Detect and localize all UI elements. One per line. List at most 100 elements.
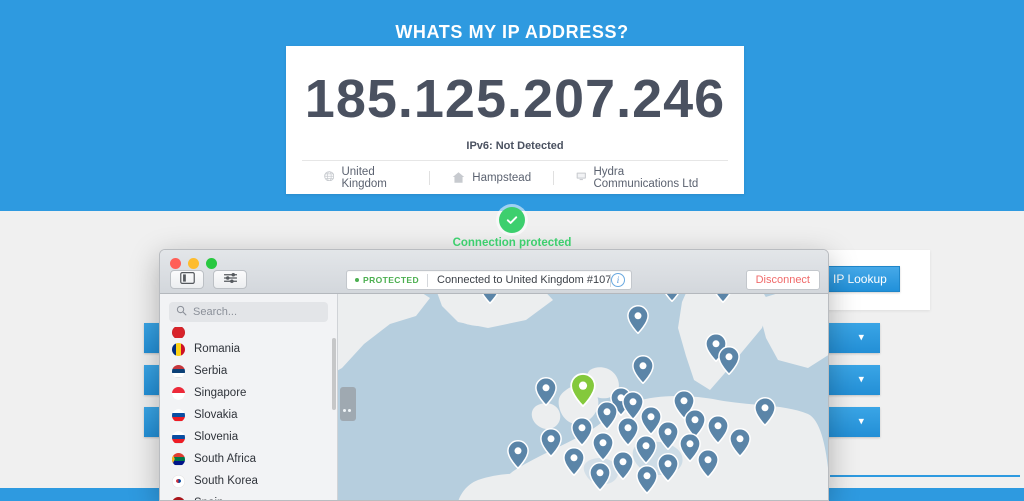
- map-pin[interactable]: [571, 417, 593, 446]
- page-title: WHATS MY IP ADDRESS?: [395, 22, 629, 42]
- list-item-romania[interactable]: Romania: [160, 338, 337, 360]
- window-titlebar: PROTECTED Connected to United Kingdom #1…: [160, 250, 828, 294]
- partial-flag: [172, 327, 185, 338]
- list-item-label: Slovenia: [194, 431, 239, 443]
- map-pin[interactable]: [657, 453, 679, 482]
- meta-isp: Hydra Communications Ltd: [554, 166, 728, 190]
- spain-flag: [172, 496, 185, 500]
- chevron-down-icon: ▾: [858, 415, 864, 428]
- list-item-singapore[interactable]: Singapore: [160, 382, 337, 404]
- close-button[interactable]: [170, 258, 181, 269]
- chevron-down-icon: ▾: [858, 331, 864, 344]
- map-pin[interactable]: [636, 465, 658, 494]
- search-area: Search...: [160, 294, 337, 326]
- map-pin[interactable]: [661, 294, 683, 302]
- search-icon: [176, 303, 187, 321]
- connection-status-text: Connected to United Kingdom #1073: [437, 274, 610, 286]
- list-item-label: Singapore: [194, 387, 247, 399]
- check-icon: [499, 207, 525, 233]
- list-item-serbia[interactable]: Serbia: [160, 360, 337, 382]
- map-pin[interactable]: [589, 462, 611, 491]
- map-pin[interactable]: [707, 415, 729, 444]
- map-pin[interactable]: [563, 447, 585, 476]
- sidebar-toggle-button[interactable]: [170, 270, 204, 289]
- south-africa-flag: [172, 452, 185, 466]
- list-item-label: Slovakia: [194, 409, 238, 421]
- ip-lookup-button[interactable]: IP Lookup: [820, 266, 900, 292]
- ip-meta-row: United Kingdom Hampstead Hydra Communica…: [302, 160, 728, 194]
- map-pin[interactable]: [635, 435, 657, 464]
- ip-address-value: 185.125.207.246: [304, 69, 726, 129]
- slovakia-flag: [172, 408, 185, 422]
- sliders-icon: [223, 271, 238, 289]
- list-item-partial[interactable]: [160, 327, 337, 338]
- chevron-down-icon: ▾: [858, 373, 864, 386]
- map-pin[interactable]: [754, 397, 776, 426]
- window-content: Search... Romania Serbia Singapore Slova…: [160, 294, 828, 500]
- page-divider-rule: [830, 475, 1020, 477]
- minimize-button[interactable]: [188, 258, 199, 269]
- list-item-label: Spain: [194, 497, 223, 500]
- map-pin-active[interactable]: [570, 373, 596, 407]
- vpn-app-window: PROTECTED Connected to United Kingdom #1…: [159, 249, 829, 501]
- map-pin[interactable]: [612, 451, 634, 480]
- server-map[interactable]: [338, 294, 828, 500]
- toolbar-buttons: [170, 270, 247, 289]
- list-item-spain[interactable]: Spain: [160, 492, 337, 500]
- list-item-label: South Africa: [194, 453, 257, 465]
- list-item-label: Romania: [194, 343, 241, 355]
- map-pin[interactable]: [729, 428, 751, 457]
- sidebar-icon: [179, 271, 195, 289]
- sidebar-scrollbar[interactable]: [332, 338, 336, 410]
- list-item-label: South Korea: [194, 475, 258, 487]
- map-pin[interactable]: [712, 294, 734, 303]
- window-traffic-lights: [170, 258, 217, 269]
- map-pin[interactable]: [507, 440, 529, 469]
- map-pin[interactable]: [718, 346, 740, 375]
- disconnect-button[interactable]: Disconnect: [745, 270, 820, 290]
- meta-city-label: Hampstead: [472, 171, 532, 184]
- search-placeholder: Search...: [193, 306, 238, 318]
- handle-grip-icon: [343, 409, 351, 412]
- country-list: Romania Serbia Singapore Slovakia Sloven…: [160, 326, 337, 500]
- map-pin[interactable]: [697, 449, 719, 478]
- list-item-slovenia[interactable]: Slovenia: [160, 426, 337, 448]
- status-badge-label: PROTECTED: [363, 275, 420, 285]
- ipv6-status: IPv6: Not Detected: [466, 140, 564, 152]
- map-pin[interactable]: [632, 355, 654, 384]
- country-sidebar: Search... Romania Serbia Singapore Slova…: [160, 294, 338, 500]
- map-pin[interactable]: [535, 377, 557, 406]
- filter-settings-button[interactable]: [213, 270, 247, 289]
- south-korea-flag: [172, 474, 185, 488]
- singapore-flag: [172, 386, 185, 400]
- map-pin[interactable]: [592, 432, 614, 461]
- map-pin[interactable]: [540, 428, 562, 457]
- map-pin[interactable]: [596, 401, 618, 430]
- globe-icon: [324, 171, 335, 184]
- map-pin[interactable]: [627, 305, 649, 334]
- connection-protected-badge: Connection protected: [0, 207, 1024, 249]
- slovenia-flag: [172, 430, 185, 444]
- meta-country-label: United Kingdom: [341, 165, 387, 190]
- ip-address-card: 185.125.207.246 IPv6: Not Detected Unite…: [286, 46, 744, 194]
- connection-protected-label: Connection protected: [452, 237, 572, 249]
- romania-flag: [172, 342, 185, 356]
- status-badge: PROTECTED: [347, 275, 427, 285]
- list-item-south-africa[interactable]: South Africa: [160, 448, 337, 470]
- list-item-slovakia[interactable]: Slovakia: [160, 404, 337, 426]
- info-icon[interactable]: i: [611, 273, 625, 287]
- serbia-flag: [172, 364, 185, 378]
- home-icon: [452, 171, 465, 184]
- list-item-south-korea[interactable]: South Korea: [160, 470, 337, 492]
- meta-country: United Kingdom: [302, 166, 429, 190]
- map-pin[interactable]: [657, 421, 679, 450]
- map-pin[interactable]: [479, 294, 501, 304]
- meta-city: Hampstead: [430, 171, 553, 184]
- meta-isp-label: Hydra Communications Ltd: [593, 165, 699, 190]
- map-control-handle[interactable]: [340, 387, 356, 421]
- list-item-label: Serbia: [194, 365, 228, 377]
- connection-status-bar[interactable]: PROTECTED Connected to United Kingdom #1…: [346, 270, 632, 290]
- status-dot-icon: [355, 278, 359, 282]
- zoom-button[interactable]: [206, 258, 217, 269]
- search-input[interactable]: Search...: [169, 302, 328, 322]
